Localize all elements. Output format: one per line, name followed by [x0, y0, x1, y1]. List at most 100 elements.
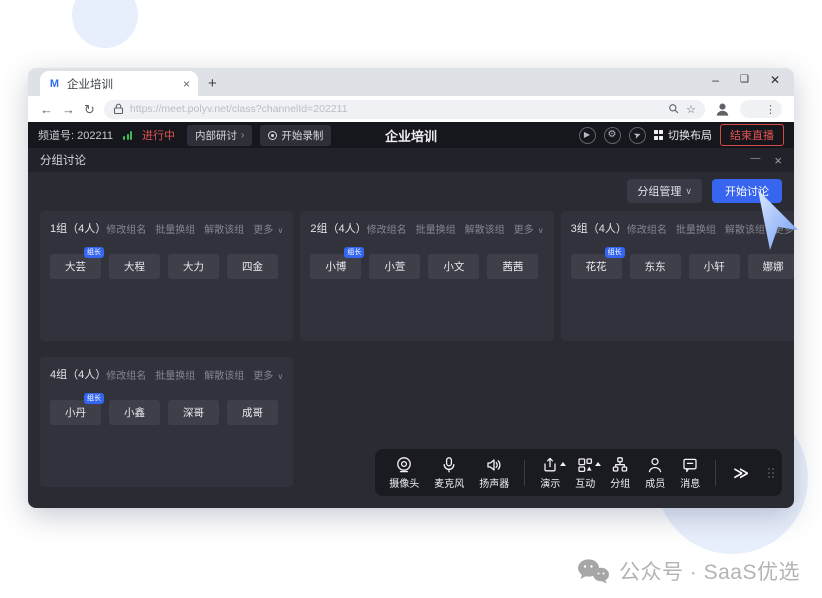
signal-bars-icon	[123, 131, 132, 140]
member-chip[interactable]: 小鑫	[109, 400, 160, 425]
decor-blob-top	[72, 0, 138, 48]
new-tab-button[interactable]: +	[208, 75, 217, 92]
zoom-icon[interactable]	[668, 103, 680, 115]
bookmark-star-icon[interactable]: ☆	[686, 103, 696, 116]
batch-move-link[interactable]: 批量换组	[155, 367, 195, 382]
member-chip[interactable]: 四金	[227, 254, 278, 279]
window-minimize-icon[interactable]: –	[712, 74, 719, 86]
window-maximize-icon[interactable]: ❑	[740, 75, 749, 85]
tab-strip: M 企业培训 × + – ❑ ✕	[28, 68, 794, 96]
speaker-button[interactable]: 扬声器	[479, 456, 509, 490]
microphone-button[interactable]: 麦克风	[434, 456, 464, 490]
camera-icon	[395, 456, 413, 474]
group-discussion-panel: 分组管理 ∨ 开始讨论 1组（4人） 修改组名 批量换组 解散该组 更多 ∨	[28, 172, 794, 508]
tab-title: 企业培训	[67, 76, 177, 92]
member-chip[interactable]: 大程	[109, 254, 160, 279]
member-chip[interactable]: 组长 花花	[571, 254, 622, 279]
group-manage-button[interactable]: 分组管理 ∨	[627, 179, 702, 203]
toolbar-divider	[715, 460, 716, 486]
group-name: 3组（4人）	[571, 220, 627, 236]
more-link[interactable]: 更多 ∨	[253, 367, 283, 382]
dissolve-group-link[interactable]: 解散该组	[204, 221, 244, 236]
batch-move-link[interactable]: 批量换组	[155, 221, 195, 236]
batch-move-link[interactable]: 批量换组	[416, 221, 456, 236]
rename-group-link[interactable]: 修改组名	[106, 221, 146, 236]
window-close-icon[interactable]: ✕	[770, 74, 780, 86]
group-card-4: 4组（4人） 修改组名 批量换组 解散该组 更多 ∨ 组长 小丹	[40, 357, 293, 487]
app-title: 企业培训	[385, 126, 437, 145]
member-chip[interactable]: 组长 小博	[310, 254, 361, 279]
member-chip[interactable]: 深哥	[168, 400, 219, 425]
tab-close-icon[interactable]: ×	[183, 77, 190, 91]
profile-avatar-icon[interactable]	[714, 101, 731, 118]
member-chip[interactable]: 大力	[168, 254, 219, 279]
switch-layout-button[interactable]: 切换布局	[654, 127, 713, 143]
chevron-down-icon: ∨	[275, 226, 283, 235]
dissolve-group-link[interactable]: 解散该组	[465, 221, 505, 236]
toolbar-divider	[524, 460, 525, 486]
present-share-icon	[541, 456, 559, 474]
playback-icon[interactable]: ▶	[579, 127, 596, 144]
share-icon[interactable]: ➤	[626, 124, 648, 146]
member-chip[interactable]: 组长 大芸	[50, 254, 101, 279]
messages-icon	[681, 456, 699, 474]
panel-minimize-icon[interactable]: —	[750, 154, 760, 167]
caret-up-icon	[560, 462, 566, 466]
browser-window: M 企业培训 × + – ❑ ✕ ← → ↻ https://meet.poly…	[28, 68, 794, 508]
grouping-button[interactable]: 分组	[610, 456, 630, 490]
grouping-icon	[611, 456, 629, 474]
end-live-button[interactable]: 结束直播	[720, 124, 784, 146]
interaction-button[interactable]: 互动	[575, 456, 595, 490]
app-top-bar: 频道号: 202211 进行中 内部研讨 › 开始录制 企业培训 ▶ ⚙ ➤ 切…	[28, 122, 794, 148]
caret-up-icon	[595, 462, 601, 466]
chevron-down-icon: ∨	[536, 226, 544, 235]
chevron-down-icon: ∨	[275, 372, 283, 381]
chevron-right-icon: ›	[241, 130, 244, 141]
present-button[interactable]: 演示	[540, 456, 560, 490]
members-icon	[646, 456, 664, 474]
reload-icon[interactable]: ↻	[84, 103, 95, 116]
wechat-icon	[576, 558, 610, 585]
member-chip[interactable]: 娜娜	[748, 254, 794, 279]
leader-badge: 组长	[344, 247, 364, 258]
member-chip[interactable]: 成哥	[227, 400, 278, 425]
member-chip[interactable]: 小轩	[689, 254, 740, 279]
bottom-toolbar: 摄像头 麦克风 扬声器	[375, 449, 782, 496]
channel-label: 频道号: 202211	[38, 127, 113, 143]
member-chip[interactable]: 茜茜	[487, 254, 538, 279]
forward-icon[interactable]: →	[62, 103, 75, 116]
more-link[interactable]: 更多 ∨	[514, 221, 544, 236]
back-icon[interactable]: ←	[40, 103, 53, 116]
rename-group-link[interactable]: 修改组名	[106, 367, 146, 382]
rename-group-link[interactable]: 修改组名	[627, 221, 667, 236]
leader-badge: 组长	[605, 247, 625, 258]
members-button[interactable]: 成员	[645, 456, 665, 490]
member-chip[interactable]: 东东	[630, 254, 681, 279]
favicon: M	[48, 77, 61, 90]
chevron-down-icon: ∨	[685, 186, 692, 197]
url-field[interactable]: https://meet.polyv.net/class?channelId=2…	[104, 100, 705, 119]
camera-button[interactable]: 摄像头	[389, 456, 419, 490]
more-link[interactable]: 更多 ∨	[253, 221, 283, 236]
rename-group-link[interactable]: 修改组名	[367, 221, 407, 236]
browser-menu[interactable]: ⋮	[740, 100, 782, 118]
record-icon	[268, 131, 277, 140]
member-chip[interactable]: 小萱	[369, 254, 420, 279]
panel-close-icon[interactable]: ×	[774, 154, 782, 167]
messages-button[interactable]: 消息	[680, 456, 700, 490]
browser-tab[interactable]: M 企业培训 ×	[40, 71, 198, 96]
member-chip[interactable]: 组长 小丹	[50, 400, 101, 425]
dissolve-group-link[interactable]: 解散该组	[204, 367, 244, 382]
group-name: 4组（4人）	[50, 366, 106, 382]
kebab-menu-icon[interactable]: ⋮	[765, 103, 776, 116]
start-record-button[interactable]: 开始录制	[260, 125, 331, 146]
internal-discussion-button[interactable]: 内部研讨 ›	[187, 125, 252, 146]
group-cards-grid: 1组（4人） 修改组名 批量换组 解散该组 更多 ∨ 组长 大芸	[40, 211, 782, 487]
member-chip[interactable]: 小文	[428, 254, 479, 279]
settings-gear-icon[interactable]: ⚙	[604, 127, 621, 144]
drag-handle-icon[interactable]	[768, 468, 774, 478]
batch-move-link[interactable]: 批量换组	[676, 221, 716, 236]
panel-header: 分组讨论 — ×	[28, 148, 794, 172]
watermark: 公众号 · SaaS优选	[576, 556, 800, 586]
expand-toolbar-icon[interactable]: ≫	[731, 464, 751, 482]
